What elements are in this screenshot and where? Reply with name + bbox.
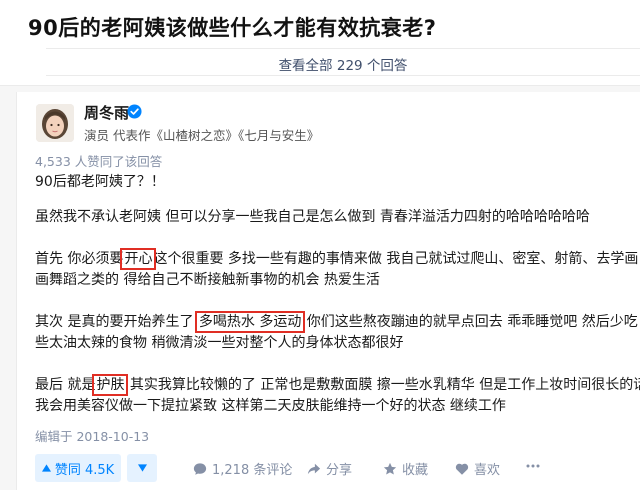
upvote-label: 赞同 4.5K — [54, 462, 115, 478]
highlighted-keyword: 护肤 — [92, 374, 129, 396]
upvote-button[interactable]: 赞同 4.5K — [35, 454, 121, 482]
downvote-triangle-icon — [137, 464, 147, 472]
heart-icon — [455, 463, 469, 475]
question-title[interactable]: 90后的老阿姨该做些什么才能有效抗衰老? — [28, 12, 436, 42]
author-bio: 演员 代表作《山楂树之恋》《七月与安生》 — [84, 128, 320, 143]
upvote-triangle-icon — [41, 464, 51, 472]
paragraph-text: 我会用美容仪做一下提拉紧致 这样第二天皮肤能维持一个好的状态 继续工作 — [35, 398, 506, 414]
downvote-button[interactable] — [127, 454, 157, 482]
highlighted-keyword: 多喝热水 多运动 — [194, 311, 306, 333]
question-header: 90后的老阿姨该做些什么才能有效抗衰老? 查看全部 229 个回答 — [0, 0, 640, 86]
answer-paragraph: 其次 是真的要开始养生了 多喝热水 多运动 你们这些熬夜蹦迪的就早点回去 乖乖睡… — [35, 311, 640, 354]
comment-bubble-icon — [193, 462, 207, 475]
like-label: 喜欢 — [474, 463, 501, 478]
answer-paragraph: 90后都老阿姨了？！ — [35, 174, 165, 190]
paragraph-text: 你们这些熬夜蹦迪的就早点回去 乖乖睡觉吧 然后少吃 — [302, 314, 638, 330]
share-label: 分享 — [326, 463, 353, 478]
paragraph-text: 些太油太辣的食物 稍微清淡一些对整个人的身体状态都很好 — [35, 335, 404, 351]
star-icon — [383, 462, 397, 475]
paragraph-text: 其实我算比较懒的了 正常也是敷敷面膜 擦一些水乳精华 但是工作上妆时间很长的话 — [125, 377, 640, 393]
comments-button[interactable]: 1,218 条评论 — [193, 459, 292, 478]
more-dots-icon — [526, 464, 540, 468]
answer-paragraph: 最后 就是护肤 其实我算比较懒的了 正常也是敷敷面膜 擦一些水乳精华 但是工作上… — [35, 374, 640, 417]
comments-label: 1,218 条评论 — [212, 463, 293, 478]
author-name[interactable]: 周冬雨 — [84, 102, 129, 123]
edit-date[interactable]: 编辑于 2018-10-13 — [35, 426, 149, 445]
share-button[interactable]: 分享 — [307, 459, 352, 478]
avatar-image — [36, 104, 74, 142]
highlighted-keyword: 开心 — [120, 248, 157, 270]
answer-card: 周冬雨 演员 代表作《山楂树之恋》《七月与安生》 4,533 人赞同了该回答 9… — [16, 92, 640, 490]
view-all-answers-button[interactable]: 查看全部 229 个回答 — [46, 48, 640, 76]
paragraph-text: 最后 就是 — [35, 377, 96, 393]
like-button[interactable]: 喜欢 — [455, 459, 500, 478]
upvote-summary: 4,533 人赞同了该回答 — [35, 154, 163, 169]
share-arrow-icon — [307, 463, 321, 474]
author-avatar[interactable] — [36, 104, 74, 142]
view-all-answers-label: 查看全部 229 个回答 — [278, 58, 408, 74]
favorite-button[interactable]: 收藏 — [383, 459, 428, 478]
paragraph-text: 这个很重要 多找一些有趣的事情来做 我自己就试过爬山、密室、射箭、去学画 — [153, 251, 639, 267]
more-options-button[interactable] — [525, 459, 541, 473]
answer-body: 90后都老阿姨了？！ 虽然我不承认老阿姨 但可以分享一些我自己是怎么做到 青春洋… — [35, 172, 640, 438]
answer-action-bar: 赞同 4.5K 1,218 条评论 分享 收藏 喜欢 — [35, 454, 640, 486]
paragraph-text: 首先 你必须要 — [35, 251, 124, 267]
answer-paragraph: 虽然我不承认老阿姨 但可以分享一些我自己是怎么做到 青春洋溢活力四射的哈哈哈哈哈… — [35, 209, 590, 225]
paragraph-text: 画舞蹈之类的 得给自己不断接触新事物的机会 热爱生活 — [35, 272, 380, 288]
answer-paragraph: 首先 你必须要开心这个很重要 多找一些有趣的事情来做 我自己就试过爬山、密室、射… — [35, 248, 640, 291]
favorite-label: 收藏 — [402, 463, 429, 478]
verified-badge-icon — [127, 104, 142, 119]
paragraph-text: 其次 是真的要开始养生了 — [35, 314, 198, 330]
